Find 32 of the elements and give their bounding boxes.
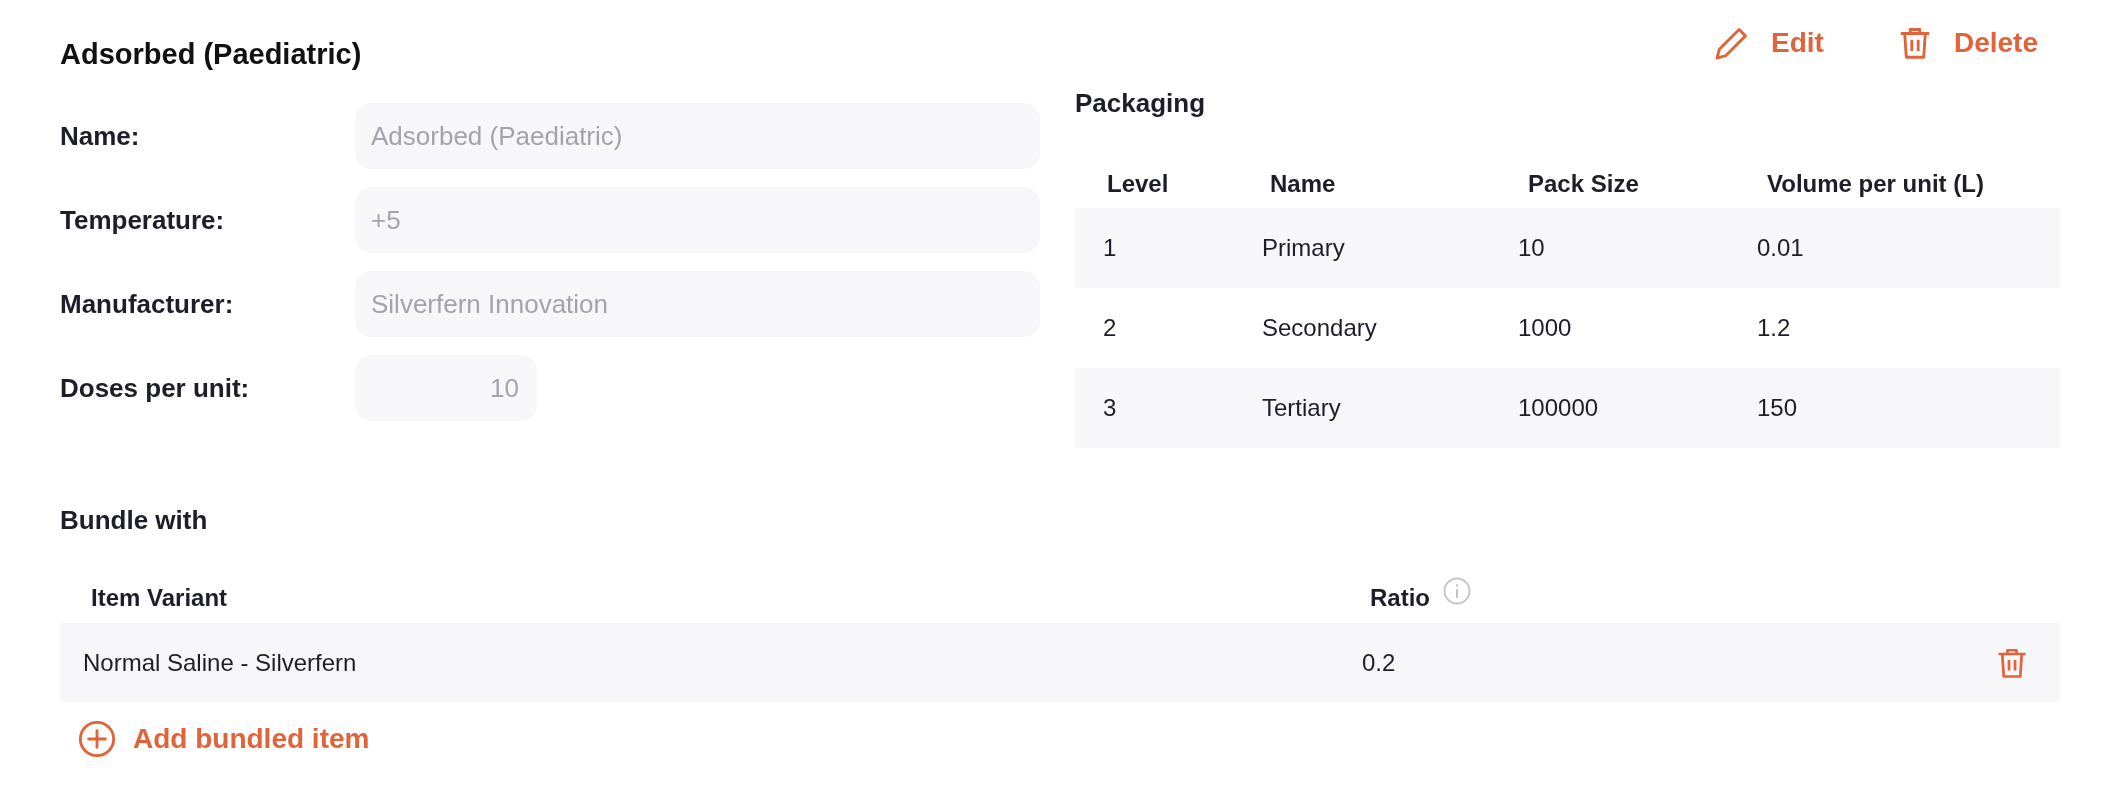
field-label: Manufacturer: (60, 287, 235, 321)
edit-button[interactable]: Edit (1713, 18, 1824, 68)
column-header: Name (1270, 170, 1336, 197)
table-cell: Normal Saline - Silverfern (83, 648, 357, 676)
table-cell: Secondary (1262, 314, 1377, 341)
section-heading: Bundle with (60, 504, 209, 537)
column-header: Item Variant (91, 584, 228, 611)
table-cell: 10 (1518, 234, 1545, 261)
table-cell: 1000 (1518, 314, 1572, 341)
table-cell: 100000 (1518, 394, 1599, 421)
page-title: Adsorbed (Paediatric) (60, 37, 363, 72)
section-heading: Packaging (1075, 87, 1207, 120)
table-cell: 0.01 (1757, 234, 1804, 261)
column-header: Level (1107, 170, 1169, 197)
table-cell: Primary (1262, 234, 1345, 261)
column-header: Ratio (1370, 583, 1430, 613)
column-header: Pack Size (1528, 170, 1639, 197)
field-label: Doses per unit: (60, 371, 251, 405)
table-cell: 3 (1103, 394, 1117, 421)
field-label: Temperature: (60, 203, 226, 237)
table-cell: 0.2 (1362, 648, 1396, 676)
info-icon[interactable] (1442, 576, 1472, 606)
plus-circle-icon (77, 719, 117, 759)
column-header: Volume per unit (L) (1767, 170, 1984, 197)
add-button[interactable]: Add bundled item (77, 717, 370, 761)
table-cell: 1.2 (1757, 314, 1791, 341)
table-cell: 2 (1103, 314, 1117, 341)
table-cell: 1 (1103, 234, 1117, 261)
table-cell: 150 (1757, 394, 1798, 421)
table-cell: Tertiary (1262, 394, 1341, 421)
field-label: Name: (60, 119, 141, 153)
delete-button[interactable]: Delete (1895, 18, 2038, 68)
